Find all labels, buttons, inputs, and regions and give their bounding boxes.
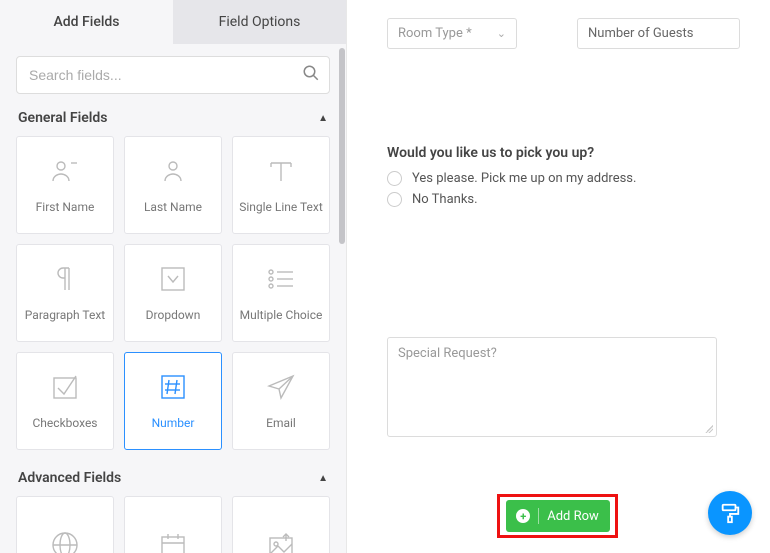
caret-up-icon: ▲	[318, 473, 328, 484]
room-type-select[interactable]: Room Type * ⌄	[387, 18, 517, 49]
checkbox-icon	[50, 372, 80, 402]
search-input[interactable]	[16, 56, 330, 94]
radio-icon	[387, 192, 402, 207]
upload-image-icon	[266, 530, 296, 553]
send-icon	[266, 372, 296, 402]
general-fields-grid: First Name Last Name Single Line Text Pa…	[0, 136, 346, 466]
sidebar: Add Fields Field Options General Fields …	[0, 0, 347, 553]
dropdown-icon	[158, 264, 188, 294]
search-icon	[302, 64, 320, 86]
radio-option-no[interactable]: No Thanks.	[387, 192, 740, 207]
sidebar-tabs: Add Fields Field Options	[0, 0, 346, 44]
fab-customize[interactable]	[708, 491, 752, 535]
paragraph-icon	[50, 264, 80, 294]
tile-last-name[interactable]: Last Name	[124, 136, 222, 234]
search-field	[16, 56, 330, 94]
scrollbar-thumb[interactable]	[339, 48, 345, 244]
add-row-highlight: + Add Row	[497, 494, 618, 538]
section-title: General Fields	[18, 110, 107, 126]
list-icon	[266, 264, 296, 294]
person-icon	[50, 156, 80, 186]
tile-paragraph-text[interactable]: Paragraph Text	[16, 244, 114, 342]
radio-option-yes[interactable]: Yes please. Pick me up on my address.	[387, 171, 740, 186]
hash-icon	[158, 372, 188, 402]
input-placeholder: Number of Guests	[588, 26, 693, 41]
tile-advanced-2[interactable]	[124, 496, 222, 553]
tile-label: Last Name	[144, 200, 202, 214]
tile-advanced-1[interactable]	[16, 496, 114, 553]
section-general-fields[interactable]: General Fields ▲	[0, 106, 346, 136]
section-title: Advanced Fields	[18, 470, 121, 486]
paint-roller-icon	[719, 502, 741, 524]
tab-add-fields[interactable]: Add Fields	[0, 0, 173, 44]
globe-icon	[50, 530, 80, 553]
radio-label: No Thanks.	[412, 192, 478, 207]
radio-label: Yes please. Pick me up on my address.	[412, 171, 636, 186]
plus-icon: +	[516, 509, 530, 523]
section-advanced-fields[interactable]: Advanced Fields ▲	[0, 466, 346, 496]
tile-multiple-choice[interactable]: Multiple Choice	[232, 244, 330, 342]
add-row-button[interactable]: + Add Row	[506, 500, 610, 532]
tile-checkboxes[interactable]: Checkboxes	[16, 352, 114, 450]
text-icon	[266, 156, 296, 186]
special-request-textarea[interactable]: Special Request?	[387, 337, 717, 437]
tile-single-line-text[interactable]: Single Line Text	[232, 136, 330, 234]
caret-up-icon: ▲	[318, 113, 328, 124]
radio-question: Would you like us to pick you up?	[387, 145, 740, 161]
tile-label: Email	[266, 416, 296, 430]
tile-label: Dropdown	[146, 308, 201, 322]
tab-field-options[interactable]: Field Options	[173, 0, 346, 44]
separator	[538, 508, 539, 524]
chevron-down-icon: ⌄	[497, 27, 506, 40]
tile-dropdown[interactable]: Dropdown	[124, 244, 222, 342]
tile-label: Multiple Choice	[240, 308, 323, 322]
tile-label: Number	[152, 416, 195, 430]
tile-email[interactable]: Email	[232, 352, 330, 450]
guests-input[interactable]: Number of Guests	[577, 18, 740, 49]
calendar-icon	[158, 530, 188, 553]
person-icon	[158, 156, 188, 186]
scrollbar[interactable]	[338, 0, 346, 553]
select-value: Room Type *	[398, 26, 472, 41]
form-canvas: Room Type * ⌄ Number of Guests Would you…	[347, 0, 770, 553]
tile-label: Single Line Text	[239, 200, 323, 214]
radio-icon	[387, 171, 402, 186]
tile-advanced-3[interactable]	[232, 496, 330, 553]
tile-label: Checkboxes	[33, 416, 98, 430]
tile-label: Paragraph Text	[25, 308, 105, 322]
pickup-radio-group: Would you like us to pick you up? Yes pl…	[387, 145, 740, 207]
tile-first-name[interactable]: First Name	[16, 136, 114, 234]
tile-number[interactable]: Number	[124, 352, 222, 450]
textarea-placeholder: Special Request?	[398, 346, 497, 361]
button-label: Add Row	[547, 509, 599, 524]
tile-label: First Name	[36, 200, 95, 214]
advanced-fields-grid	[0, 496, 346, 553]
